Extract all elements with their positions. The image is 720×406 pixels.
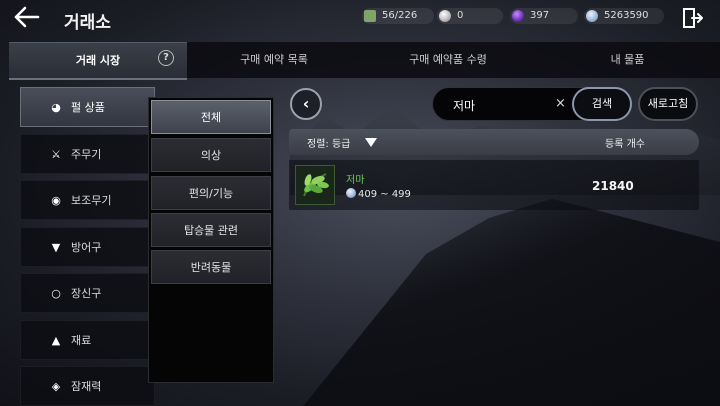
- subcategory-costume[interactable]: 의상: [151, 138, 271, 172]
- category-material[interactable]: ▲ 재료: [20, 320, 155, 360]
- potion-icon: ▲: [51, 334, 61, 347]
- pearl-value: 0: [457, 10, 464, 21]
- purple-orb-icon: [512, 10, 524, 22]
- inventory-bag-icon: [364, 10, 376, 22]
- silver-value: 5263590: [604, 10, 649, 21]
- flax-plant-icon: [295, 165, 335, 205]
- silver-coin-icon: [586, 10, 598, 22]
- count-column-header: 등록 개수: [605, 139, 645, 150]
- search-input-value: 저마: [453, 99, 476, 113]
- refresh-button[interactable]: 새로고침: [638, 87, 698, 121]
- category-main-weapon[interactable]: ⚔ 주무기: [20, 134, 155, 174]
- list-header: 정렬: 등급 등록 개수: [289, 129, 699, 155]
- inventory-capacity: 56/226: [362, 8, 434, 24]
- sort-dropdown[interactable]: 정렬: 등급: [307, 135, 350, 150]
- price-range-text: 409 ~ 499: [358, 189, 411, 200]
- subcategory-dropdown: 전체 의상 편의/기능 탑승물 관련 반려동물: [148, 97, 274, 383]
- category-armor[interactable]: ▼ 방어구: [20, 227, 155, 267]
- pearl-balance: 0: [437, 8, 503, 24]
- category-potential[interactable]: ◈ 잠재력: [20, 366, 155, 406]
- diamond-icon: ◈: [51, 380, 61, 393]
- caret-down-icon[interactable]: [365, 138, 377, 147]
- orb-balance: 397: [510, 8, 578, 24]
- category-label: 보조무기: [71, 194, 112, 207]
- silver-coin-icon: [346, 188, 356, 198]
- clear-search-icon[interactable]: ×: [555, 96, 566, 111]
- help-icon[interactable]: ?: [158, 50, 174, 66]
- silver-balance: 5263590: [584, 8, 664, 24]
- item-registered-count: 21840: [592, 179, 634, 193]
- page-title: 거래소: [64, 13, 111, 33]
- category-sub-weapon[interactable]: ◉ 보조무기: [20, 180, 155, 220]
- category-label: 재료: [71, 334, 92, 347]
- subcategory-convenience[interactable]: 편의/기능: [151, 176, 271, 210]
- subcategory-pet[interactable]: 반려동물: [151, 250, 271, 284]
- exit-door-icon[interactable]: [682, 8, 704, 28]
- item-price-range: 409 ~ 499: [346, 188, 411, 200]
- list-item[interactable]: 저마 409 ~ 499 21840: [289, 160, 699, 210]
- search-button[interactable]: 검색: [572, 87, 632, 121]
- category-label: 잠재력: [71, 380, 102, 393]
- tab-purchase-reservations[interactable]: 구매 예약 목록: [187, 42, 361, 78]
- item-name: 저마: [346, 175, 365, 186]
- top-bar: 거래소 56/226 0 397 5263590: [0, 0, 720, 36]
- category-pearl-items[interactable]: ◕ 펄 상품: [20, 87, 155, 127]
- category-label: 주무기: [71, 148, 102, 161]
- chevron-left-icon: ‹: [302, 94, 310, 113]
- pearl-icon: [439, 10, 451, 22]
- category-label: 펄 상품: [71, 101, 105, 114]
- active-tab-underline: [9, 78, 187, 80]
- subcategory-all[interactable]: 전체: [151, 100, 271, 134]
- category-label: 방어구: [71, 241, 102, 254]
- category-label: 장신구: [71, 287, 102, 300]
- ring-icon: ○: [51, 287, 61, 300]
- category-accessory[interactable]: ○ 장신구: [20, 273, 155, 313]
- orb-value: 397: [530, 10, 550, 21]
- armor-icon: ▼: [51, 241, 61, 254]
- subcategory-mount[interactable]: 탑승물 관련: [151, 213, 271, 247]
- tab-my-items[interactable]: 내 물품: [535, 42, 720, 78]
- inventory-value: 56/226: [382, 10, 418, 21]
- pearl-item-icon: ◕: [51, 101, 61, 114]
- back-arrow-icon[interactable]: [14, 6, 42, 28]
- list-back-button[interactable]: ‹: [290, 88, 322, 120]
- shield-icon: ◉: [51, 194, 61, 207]
- crossed-swords-icon: ⚔: [51, 148, 61, 161]
- tab-bar: 거래 시장 구매 예약 목록 구매 예약품 수령 내 물품: [9, 42, 720, 78]
- tab-reservation-pickup[interactable]: 구매 예약품 수령: [361, 42, 535, 78]
